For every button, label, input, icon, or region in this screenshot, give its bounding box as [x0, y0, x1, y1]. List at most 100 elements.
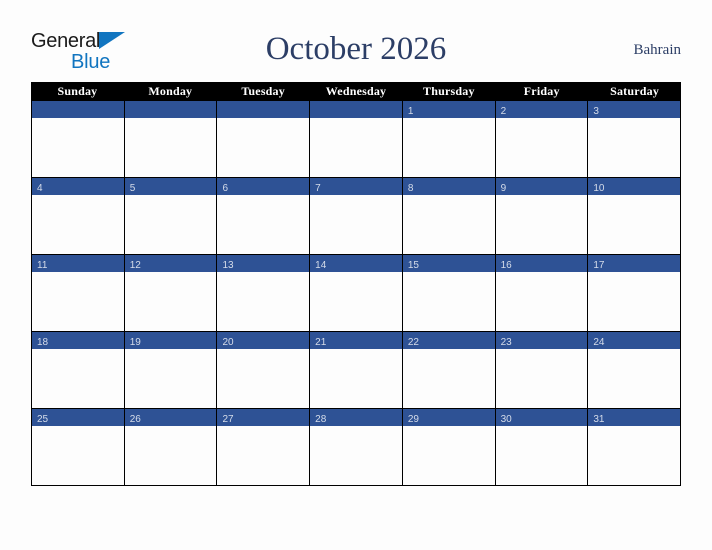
day-events-area[interactable] — [310, 272, 402, 331]
day-cell[interactable]: 7 — [310, 178, 403, 255]
day-events-area[interactable] — [588, 426, 681, 485]
day-cell[interactable] — [124, 101, 218, 178]
day-number: 25 — [37, 414, 49, 425]
day-events-area[interactable] — [495, 272, 588, 331]
day-number-band: 23 — [495, 332, 588, 349]
day-cell[interactable]: 29 — [402, 409, 496, 486]
day-cell[interactable]: 11 — [31, 255, 125, 332]
day-number-band — [310, 101, 402, 118]
day-cell[interactable]: 13 — [217, 255, 311, 332]
day-events-area[interactable] — [402, 272, 495, 331]
day-cell[interactable] — [217, 101, 311, 178]
day-events-area[interactable] — [124, 349, 217, 408]
day-number: 17 — [593, 260, 605, 271]
day-number: 5 — [129, 183, 136, 194]
weekday-header-wednesday: Wednesday — [325, 84, 387, 98]
day-number: 19 — [129, 337, 141, 348]
weekday-header-saturday: Saturday — [610, 84, 660, 98]
day-events-area[interactable] — [310, 426, 402, 485]
weekday-header-row: Sunday Monday Tuesday Wednesday Thursday… — [31, 82, 681, 101]
day-number-band: 22 — [402, 332, 495, 349]
day-number-band: 26 — [124, 409, 217, 426]
day-cell[interactable]: 28 — [310, 409, 403, 486]
day-events-area[interactable] — [124, 118, 217, 177]
day-cell[interactable]: 19 — [124, 332, 218, 409]
day-cell[interactable]: 20 — [217, 332, 311, 409]
day-cell[interactable]: 30 — [495, 409, 589, 486]
day-cell[interactable]: 9 — [495, 178, 589, 255]
day-events-area[interactable] — [495, 195, 588, 254]
day-cell[interactable]: 14 — [310, 255, 403, 332]
day-number-band — [32, 101, 124, 118]
day-events-area[interactable] — [588, 349, 681, 408]
day-events-area[interactable] — [217, 195, 310, 254]
day-number: 22 — [407, 337, 419, 348]
day-number: 15 — [407, 260, 419, 271]
day-number: 6 — [222, 183, 228, 194]
day-cell[interactable]: 24 — [588, 332, 682, 409]
day-events-area[interactable] — [495, 349, 588, 408]
day-number: 1 — [407, 106, 414, 117]
day-events-area[interactable] — [217, 426, 310, 485]
day-events-area[interactable] — [32, 118, 124, 177]
day-cell[interactable]: 23 — [495, 332, 589, 409]
day-cell[interactable]: 27 — [217, 409, 311, 486]
day-events-area[interactable] — [310, 118, 402, 177]
week-row: 11 12 13 14 15 16 17 — [31, 255, 682, 332]
day-events-area[interactable] — [588, 272, 681, 331]
day-cell[interactable]: 5 — [124, 178, 218, 255]
day-events-area[interactable] — [32, 349, 124, 408]
day-cell[interactable]: 8 — [402, 178, 496, 255]
day-cell[interactable]: 17 — [588, 255, 682, 332]
day-cell[interactable]: 15 — [402, 255, 496, 332]
day-events-area[interactable] — [310, 349, 402, 408]
day-events-area[interactable] — [124, 195, 217, 254]
day-number-band: 4 — [32, 178, 124, 195]
day-events-area[interactable] — [402, 426, 495, 485]
day-cell[interactable]: 3 — [588, 101, 682, 178]
day-events-area[interactable] — [310, 195, 402, 254]
day-cell[interactable] — [31, 101, 125, 178]
day-events-area[interactable] — [124, 272, 217, 331]
day-cell[interactable]: 16 — [495, 255, 589, 332]
day-events-area[interactable] — [495, 118, 588, 177]
day-cell[interactable]: 21 — [310, 332, 403, 409]
day-events-area[interactable] — [32, 195, 124, 254]
day-events-area[interactable] — [402, 118, 495, 177]
day-events-area[interactable] — [124, 426, 217, 485]
day-cell[interactable] — [310, 101, 403, 178]
day-cell[interactable]: 6 — [217, 178, 311, 255]
day-cell[interactable]: 26 — [124, 409, 218, 486]
day-number: 9 — [500, 183, 507, 194]
day-number-band: 24 — [588, 332, 681, 349]
day-cell[interactable]: 18 — [31, 332, 125, 409]
day-cell[interactable]: 22 — [402, 332, 496, 409]
day-number: 21 — [315, 337, 327, 348]
day-number-band: 12 — [124, 255, 217, 272]
day-cell[interactable]: 2 — [495, 101, 589, 178]
day-events-area[interactable] — [588, 195, 681, 254]
day-events-area[interactable] — [217, 272, 310, 331]
day-events-area[interactable] — [32, 426, 124, 485]
day-events-area[interactable] — [217, 118, 310, 177]
day-cell[interactable]: 12 — [124, 255, 218, 332]
day-number: 13 — [222, 260, 234, 271]
day-number-band: 3 — [588, 101, 681, 118]
day-events-area[interactable] — [588, 118, 681, 177]
day-cell[interactable]: 25 — [31, 409, 125, 486]
day-events-area[interactable] — [402, 349, 495, 408]
day-cell[interactable]: 4 — [31, 178, 125, 255]
weekday-header-tuesday: Tuesday — [241, 84, 285, 98]
day-cell[interactable]: 31 — [588, 409, 682, 486]
day-number-band: 29 — [402, 409, 495, 426]
day-cell[interactable]: 1 — [402, 101, 496, 178]
day-number: 2 — [500, 106, 507, 117]
calendar-page: General Blue October 2026 Bahrain Sunday… — [0, 0, 712, 550]
day-cell[interactable]: 10 — [588, 178, 682, 255]
day-events-area[interactable] — [32, 272, 124, 331]
day-events-area[interactable] — [217, 349, 310, 408]
day-number-band: 7 — [310, 178, 402, 195]
day-events-area[interactable] — [495, 426, 588, 485]
day-events-area[interactable] — [402, 195, 495, 254]
day-number: 11 — [37, 260, 48, 271]
